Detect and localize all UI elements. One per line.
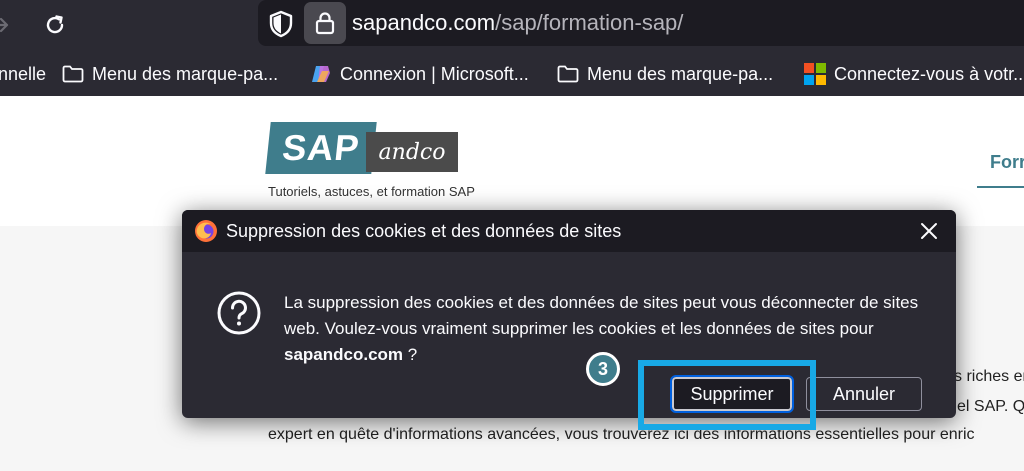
bookmark-label: Menu des marque-pa...: [587, 63, 774, 84]
forward-button[interactable]: [0, 10, 16, 40]
url-path: /sap/formation-sap/: [495, 10, 684, 35]
url-text[interactable]: sapandco.com/sap/formation-sap/: [352, 10, 683, 36]
bookmark-label: nnelle: [0, 63, 47, 84]
microsoft-logo-icon: [804, 63, 826, 85]
dialog-message-text: La suppression des cookies et des donnée…: [284, 293, 919, 338]
page-text-fragment: el SAP. Q: [957, 398, 1024, 415]
reload-icon: [46, 15, 64, 34]
reload-button[interactable]: [40, 10, 70, 40]
site-tagline: Tutoriels, astuces, et formation SAP: [268, 184, 475, 199]
bookmark-label: Connectez-vous à votr...: [834, 63, 1024, 84]
question-icon: [217, 291, 261, 335]
page-text-fragment: s riches en: [954, 368, 1024, 385]
cancel-button[interactable]: Annuler: [806, 377, 922, 411]
site-header: [0, 96, 1024, 226]
dialog-message-end: ?: [403, 345, 418, 364]
site-logo-sap[interactable]: SAP: [265, 122, 377, 174]
annotation-highlight-box: [638, 360, 816, 430]
page-text-fragment: expert en quête d'informations avancées,…: [268, 426, 975, 443]
nav-active-underline: [977, 186, 1024, 188]
folder-icon: [557, 65, 579, 83]
step-number-badge: 3: [586, 352, 620, 386]
bookmark-item[interactable]: Connectez-vous à votr...: [804, 62, 1024, 86]
url-domain: sapandco.com: [352, 10, 496, 35]
firefox-logo-icon: [195, 220, 217, 242]
browser-toolbar: sapandco.com/sap/formation-sap/: [0, 0, 1024, 52]
bookmark-label: Menu des marque-pa...: [92, 63, 279, 84]
bookmarks-toolbar: nnelle Menu des marque-pa... Connexion |…: [0, 52, 1024, 96]
dialog-title: Suppression des cookies et des données d…: [226, 221, 622, 241]
tracking-protection-shield-icon[interactable]: [268, 10, 294, 38]
folder-icon: [62, 65, 84, 83]
close-icon[interactable]: [918, 220, 940, 242]
site-logo-andco[interactable]: andco: [366, 132, 458, 172]
site-info-button[interactable]: [304, 2, 346, 44]
copilot-icon: [312, 66, 330, 82]
dialog-message-domain: sapandco.com: [284, 345, 404, 364]
bookmark-folder[interactable]: Menu des marque-pa...: [62, 62, 278, 86]
bookmark-item[interactable]: nnelle: [0, 62, 46, 86]
bookmark-label: Connexion | Microsoft...: [340, 63, 529, 84]
lock-icon: [315, 12, 335, 35]
nav-item-formation[interactable]: Forr: [990, 152, 1024, 173]
bookmark-folder[interactable]: Menu des marque-pa...: [557, 62, 773, 86]
clear-cookies-dialog: Suppression des cookies et des données d…: [182, 210, 956, 418]
forward-arrow-icon: [0, 17, 9, 33]
bookmark-item[interactable]: Connexion | Microsoft...: [310, 62, 529, 86]
